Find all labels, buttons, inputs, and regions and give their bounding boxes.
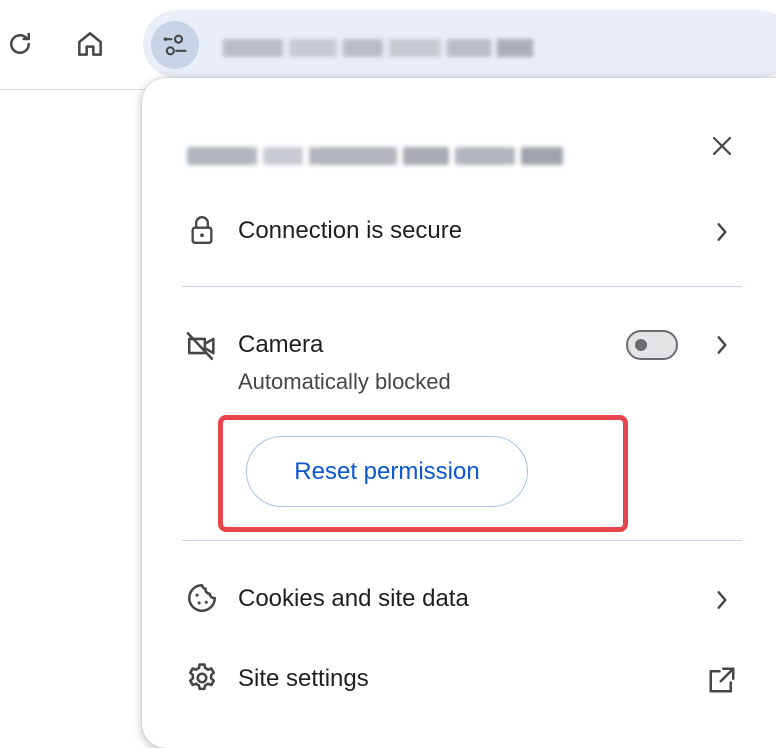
reload-icon[interactable] [0, 24, 40, 64]
lock-icon [184, 212, 220, 248]
site-host-blurred [187, 146, 587, 166]
reset-permission-button[interactable]: Reset permission [246, 436, 528, 507]
connection-row[interactable]: Connection is secure [142, 212, 762, 252]
camera-toggle[interactable] [626, 330, 678, 360]
camera-off-icon [184, 328, 220, 364]
cookies-label: Cookies and site data [238, 585, 469, 612]
site-settings-label: Site settings [238, 665, 369, 692]
chevron-right-icon[interactable] [708, 331, 736, 359]
camera-row: Camera Automatically blocked [142, 328, 762, 398]
address-bar[interactable] [143, 10, 776, 78]
gear-icon [184, 660, 220, 696]
close-icon[interactable] [704, 128, 740, 164]
cookies-row[interactable]: Cookies and site data [142, 580, 762, 620]
connection-label: Connection is secure [238, 217, 463, 244]
browser-toolbar [0, 0, 776, 90]
site-settings-row[interactable]: Site settings [142, 660, 762, 700]
cookie-icon [184, 580, 220, 616]
chevron-right-icon[interactable] [708, 586, 736, 614]
camera-status: Automatically blocked [238, 369, 451, 394]
home-icon[interactable] [70, 24, 110, 64]
camera-label: Camera [238, 331, 324, 358]
tune-icon[interactable] [151, 21, 199, 69]
chevron-right-icon[interactable] [708, 218, 736, 246]
divider [182, 286, 742, 287]
url-text-blurred [223, 38, 573, 58]
toggle-knob [635, 339, 647, 351]
divider [182, 540, 742, 541]
open-external-icon[interactable] [705, 663, 739, 697]
site-info-popup: Connection is secure Camera Automaticall… [142, 78, 776, 748]
